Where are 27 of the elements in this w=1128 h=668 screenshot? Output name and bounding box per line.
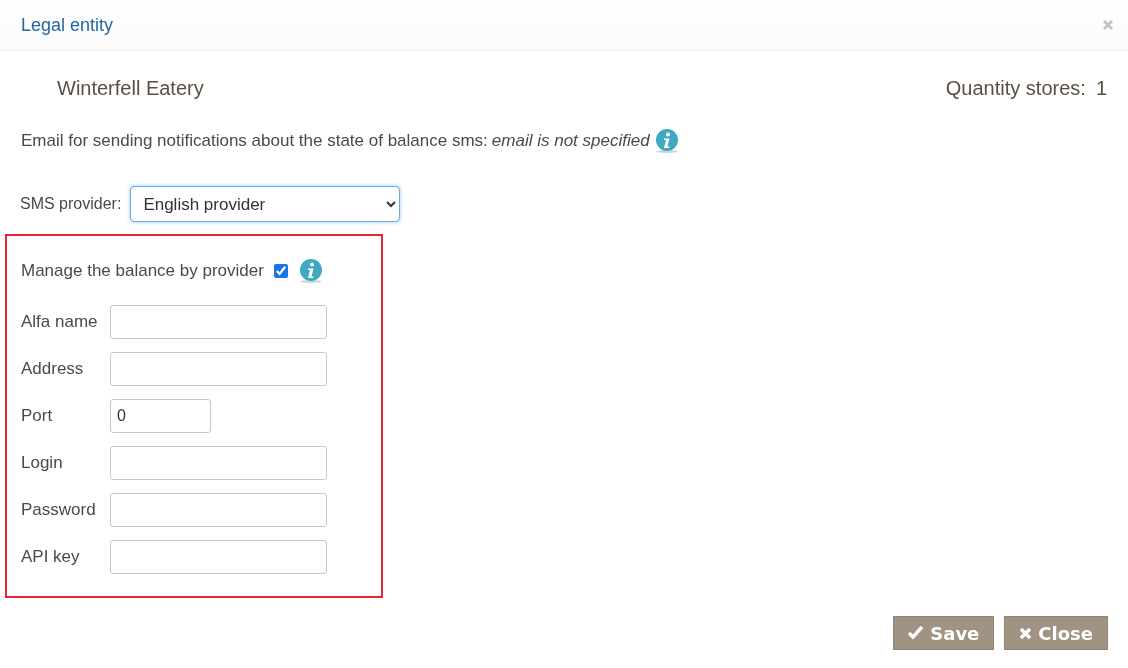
close-icon [1019, 626, 1033, 640]
stores-label: Quantity stores: [945, 77, 1086, 100]
field-label: Port [21, 405, 54, 426]
sms-provider-label: SMS provider: [20, 195, 122, 213]
check-icon [908, 626, 925, 640]
input-field[interactable] [110, 351, 327, 386]
info-icon[interactable] [653, 128, 680, 154]
input-field[interactable] [110, 492, 327, 527]
sms-provider-select[interactable]: English provider [130, 186, 401, 222]
stores-count: 1 [1095, 77, 1107, 100]
close-icon[interactable] [1102, 19, 1114, 31]
field-label: Password [21, 499, 97, 520]
dialog-title: Legal entity [21, 14, 114, 36]
field-label: Address [21, 358, 85, 379]
field-label: Alfa name [21, 311, 99, 332]
manage-balance-label: Manage the balance by provider [21, 261, 264, 281]
email-value: email is not specified [491, 131, 650, 151]
info-icon[interactable] [297, 258, 324, 284]
input-field[interactable] [110, 445, 327, 480]
email-label: Email for sending notifications about the state of balance sms: [21, 131, 488, 151]
input-field[interactable] [110, 539, 327, 574]
field-label: API key [21, 546, 81, 567]
entity-name: Winterfell Eatery [57, 77, 204, 100]
input-field[interactable] [110, 304, 327, 339]
input-field[interactable]: 0 [110, 398, 211, 433]
manage-balance-checkbox[interactable] [273, 264, 288, 278]
field-label: Login [21, 452, 64, 473]
